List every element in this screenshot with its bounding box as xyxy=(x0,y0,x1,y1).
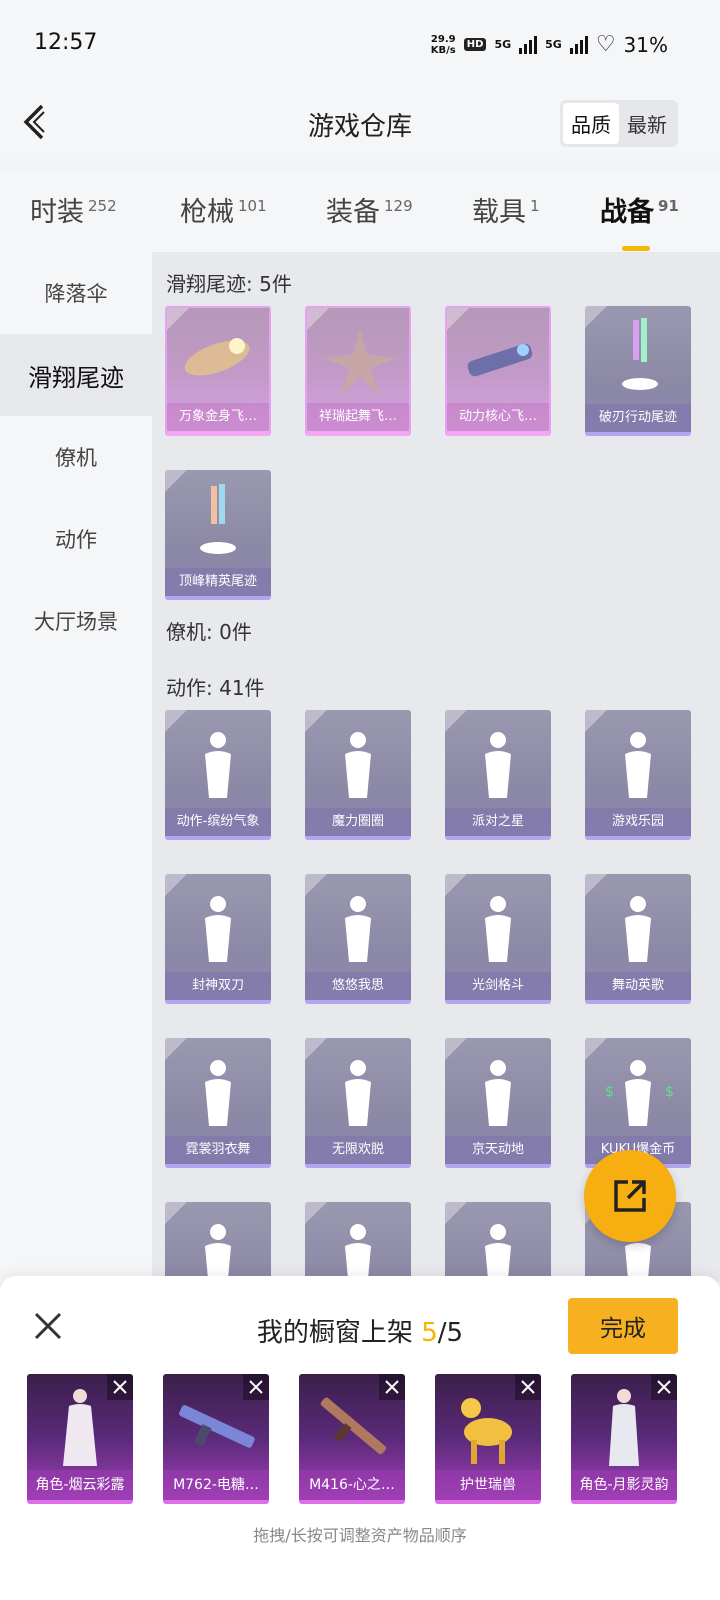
showcase-sheet: 我的橱窗上架 5/5 完成 角色-烟云彩露 M762-电糖… M416-心之… … xyxy=(0,1276,720,1600)
sort-latest-button[interactable]: 最新 xyxy=(619,103,675,144)
item-card[interactable]: 游戏乐园 xyxy=(585,710,691,840)
sidebar-item-wingman[interactable]: 僚机 xyxy=(0,416,152,498)
showcase-item[interactable]: 角色-烟云彩露 xyxy=(27,1374,133,1504)
header: 游戏仓库 品质 最新 xyxy=(0,88,720,158)
tab-active-indicator xyxy=(622,246,650,251)
sidebar-item-parachute[interactable]: 降落伞 xyxy=(0,252,152,334)
network-speed: 29.9 KB/s xyxy=(430,33,456,56)
item-card[interactable]: 祥瑞起舞飞… xyxy=(305,306,411,436)
item-card[interactable]: 封神双刀 xyxy=(165,874,271,1004)
dance-figure-icon: $ $ xyxy=(605,1060,674,1126)
tab-vehicles[interactable]: 载具 1 xyxy=(472,190,540,229)
item-card[interactable] xyxy=(165,1202,271,1282)
battery-level: 31% xyxy=(623,32,668,57)
dance-figure-icon xyxy=(205,1224,231,1282)
item-card[interactable] xyxy=(305,1202,411,1282)
item-card[interactable]: 顶峰精英尾迹 xyxy=(165,470,271,600)
done-button[interactable]: 完成 xyxy=(568,1298,678,1354)
dance-figure-icon xyxy=(205,732,231,798)
showcase-count-total: /5 xyxy=(437,1318,464,1348)
reorder-hint: 拖拽/长按可调整资产物品顺序 xyxy=(253,1526,467,1545)
item-card[interactable]: 魔力圈圈 xyxy=(305,710,411,840)
signal-icon-2 xyxy=(569,35,588,54)
item-card[interactable]: 京天动地 xyxy=(445,1038,551,1168)
dance-figure-icon xyxy=(625,896,651,962)
item-card[interactable]: 动力核心飞… xyxy=(445,306,551,436)
tab-guns[interactable]: 枪械 101 xyxy=(180,190,267,229)
tab-combat-gear[interactable]: 战备 91 xyxy=(600,190,679,251)
item-card[interactable]: 光剑格斗 xyxy=(445,874,551,1004)
dance-figure-icon xyxy=(345,896,371,962)
figure-trail-icon xyxy=(200,484,236,554)
remove-item-close-icon[interactable] xyxy=(515,1374,541,1400)
item-card[interactable]: 动作-缤纷气象 xyxy=(165,710,271,840)
remove-item-close-icon[interactable] xyxy=(651,1374,677,1400)
showcase-item[interactable]: M762-电糖… xyxy=(163,1374,269,1504)
dance-figure-icon xyxy=(205,896,231,962)
heart-battery-icon: ♡ xyxy=(595,32,616,57)
dance-figure-icon xyxy=(485,732,511,798)
net-label-2: 5G xyxy=(545,38,562,51)
dance-figure-icon xyxy=(485,896,511,962)
tab-fashion[interactable]: 时装 252 xyxy=(30,190,117,229)
sort-toggle: 品质 最新 xyxy=(560,100,678,147)
item-grid-area: 滑翔尾迹: 5件 万象金身飞… 祥瑞起舞飞… 动力核心飞… 破刃行动尾迹 顶峰精… xyxy=(152,252,720,1282)
remove-item-close-icon[interactable] xyxy=(379,1374,405,1400)
svg-text:$: $ xyxy=(665,1084,674,1100)
star-trail-icon xyxy=(323,328,397,396)
sidebar-item-glide-trail[interactable]: 滑翔尾迹 xyxy=(0,334,152,416)
dance-figure-icon xyxy=(625,732,651,798)
dance-figure-icon xyxy=(485,1060,511,1126)
category-tabs: 时装 252 枪械 101 装备 129 载具 1 战备 91 xyxy=(0,172,720,252)
section-heading-action: 动作: 41件 xyxy=(166,676,265,700)
remove-item-close-icon[interactable] xyxy=(243,1374,269,1400)
sidebar: 降落伞 滑翔尾迹 僚机 动作 大厅场景 xyxy=(0,252,152,1282)
showcase-item[interactable]: 护世瑞兽 xyxy=(435,1374,541,1504)
dance-figure-icon xyxy=(345,1224,371,1282)
item-card[interactable]: 破刃行动尾迹 xyxy=(585,306,691,436)
dance-figure-icon xyxy=(345,732,371,798)
dance-figure-icon xyxy=(345,1060,371,1126)
core-trail-icon xyxy=(467,343,533,377)
item-card[interactable]: 无限欢脱 xyxy=(305,1038,411,1168)
showcase-count-current: 5 xyxy=(421,1318,438,1348)
svg-text:$: $ xyxy=(605,1084,614,1100)
share-export-icon xyxy=(614,1180,646,1212)
item-card[interactable]: 霓裳羽衣舞 xyxy=(165,1038,271,1168)
item-card[interactable]: 万象金身飞… xyxy=(165,306,271,436)
signal-icon xyxy=(519,35,538,54)
section-heading-wingman: 僚机: 0件 xyxy=(166,620,252,644)
item-card[interactable]: 派对之星 xyxy=(445,710,551,840)
status-bar: 12:57 29.9 KB/s HD 5G 5G ♡ 31% xyxy=(0,0,720,88)
sort-quality-button[interactable]: 品质 xyxy=(563,103,619,144)
item-card[interactable] xyxy=(445,1202,551,1282)
status-time: 12:57 xyxy=(34,30,98,55)
dance-figure-icon xyxy=(205,1060,231,1126)
sidebar-item-lobby-scene[interactable]: 大厅场景 xyxy=(0,580,152,662)
showcase-item[interactable]: 角色-月影灵韵 xyxy=(571,1374,677,1504)
item-card[interactable]: 舞动英歌 xyxy=(585,874,691,1004)
dance-figure-icon xyxy=(485,1224,511,1282)
tab-equipment[interactable]: 装备 129 xyxy=(326,190,413,229)
item-card[interactable]: 悠悠我思 xyxy=(305,874,411,1004)
item-card[interactable]: $ $ KUKU爆金币 xyxy=(585,1038,691,1168)
hd-icon: HD xyxy=(463,38,487,51)
net-label-1: 5G xyxy=(494,38,512,51)
status-right: 29.9 KB/s HD 5G 5G ♡ 31% xyxy=(431,32,668,57)
sidebar-item-action[interactable]: 动作 xyxy=(0,498,152,580)
golden-trail-icon xyxy=(184,338,250,376)
figure-trail-icon xyxy=(622,318,658,390)
showcase-item[interactable]: M416-心之… xyxy=(299,1374,405,1504)
section-heading-glide: 滑翔尾迹: 5件 xyxy=(166,272,292,296)
share-fab-button[interactable] xyxy=(584,1150,676,1242)
remove-item-close-icon[interactable] xyxy=(107,1374,133,1400)
